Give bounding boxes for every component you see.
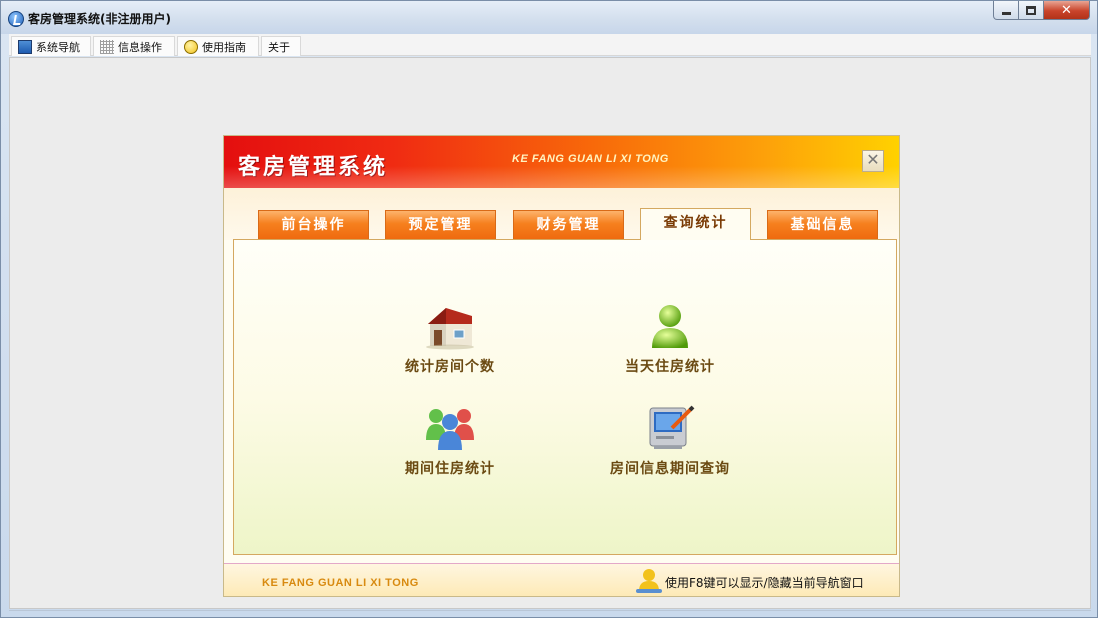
window-title: 客房管理系统(非注册用户) xyxy=(28,12,171,26)
tab-finance[interactable]: 财务管理 xyxy=(513,210,624,239)
dialog-footer: KE FANG GUAN LI XI TONG 使用F8键可以显示/隐藏当前导航… xyxy=(224,563,899,596)
smile-icon xyxy=(184,39,198,54)
menu-tab-guide[interactable]: 使用指南 xyxy=(177,36,259,56)
footer-brand: KE FANG GUAN LI XI TONG xyxy=(262,577,419,589)
user-hint-icon xyxy=(636,569,662,593)
tab-basic-info[interactable]: 基础信息 xyxy=(767,210,878,239)
navigation-dialog: 客房管理系统 KE FANG GUAN LI XI TONG ✕ 前台操作 预定… xyxy=(223,135,900,597)
maximize-icon xyxy=(1026,5,1036,15)
menu-bar: 系统导航 信息操作 使用指南 关于 xyxy=(9,34,1091,56)
status-border xyxy=(9,610,1091,611)
maximize-button[interactable] xyxy=(1018,1,1044,20)
menu-tab-info-ops[interactable]: 信息操作 xyxy=(93,36,175,56)
computer-edit-icon xyxy=(649,405,695,449)
menu-tab-label: 系统导航 xyxy=(36,40,80,54)
menu-tab-label: 信息操作 xyxy=(118,40,162,54)
footer-hint: 使用F8键可以显示/隐藏当前导航窗口 xyxy=(665,576,864,590)
item-label: 统计房间个数 xyxy=(405,359,495,375)
dialog-header: 客房管理系统 KE FANG GUAN LI XI TONG ✕ xyxy=(224,136,899,188)
item-label: 房间信息期间查询 xyxy=(610,461,730,477)
item-label: 期间住房统计 xyxy=(405,461,495,477)
monitor-icon xyxy=(18,39,32,54)
item-period-occupancy[interactable]: 期间住房统计 xyxy=(360,404,540,478)
tab-query-stats[interactable]: 查询统计 xyxy=(640,208,751,240)
menu-tab-label: 使用指南 xyxy=(202,40,246,54)
minimize-button[interactable] xyxy=(993,1,1019,20)
minimize-icon xyxy=(1001,11,1011,15)
close-button[interactable]: ✕ xyxy=(1043,1,1090,20)
dialog-title: 客房管理系统 xyxy=(238,155,389,180)
grid-icon xyxy=(100,39,114,54)
app-logo-icon xyxy=(8,11,24,27)
tab-panel: 统计房间个数 当天住房统计 期间住房统计 房间信息期间查询 xyxy=(233,239,897,555)
close-icon: ✕ xyxy=(866,150,880,169)
item-today-occupancy[interactable]: 当天住房统计 xyxy=(580,302,760,376)
menu-tab-label: 关于 xyxy=(268,40,290,54)
tab-reservations[interactable]: 预定管理 xyxy=(385,210,496,239)
main-window: 客房管理系统(非注册用户) ✕ 系统导航 信息操作 使用指南 关于 客房管理系统… xyxy=(0,0,1098,618)
dialog-subtitle: KE FANG GUAN LI XI TONG xyxy=(512,153,669,165)
dialog-close-button[interactable]: ✕ xyxy=(862,150,884,172)
item-room-count[interactable]: 统计房间个数 xyxy=(360,302,540,376)
people-icon xyxy=(426,409,474,450)
menu-tab-about[interactable]: 关于 xyxy=(261,36,301,56)
title-bar[interactable]: 客房管理系统(非注册用户) ✕ xyxy=(1,1,1097,34)
close-icon: ✕ xyxy=(1061,2,1072,18)
item-room-info-query[interactable]: 房间信息期间查询 xyxy=(580,404,760,478)
tab-front-desk[interactable]: 前台操作 xyxy=(258,210,369,239)
person-icon xyxy=(652,305,688,348)
item-label: 当天住房统计 xyxy=(625,359,715,375)
menu-tab-system-nav[interactable]: 系统导航 xyxy=(11,36,91,56)
house-icon xyxy=(426,308,474,350)
